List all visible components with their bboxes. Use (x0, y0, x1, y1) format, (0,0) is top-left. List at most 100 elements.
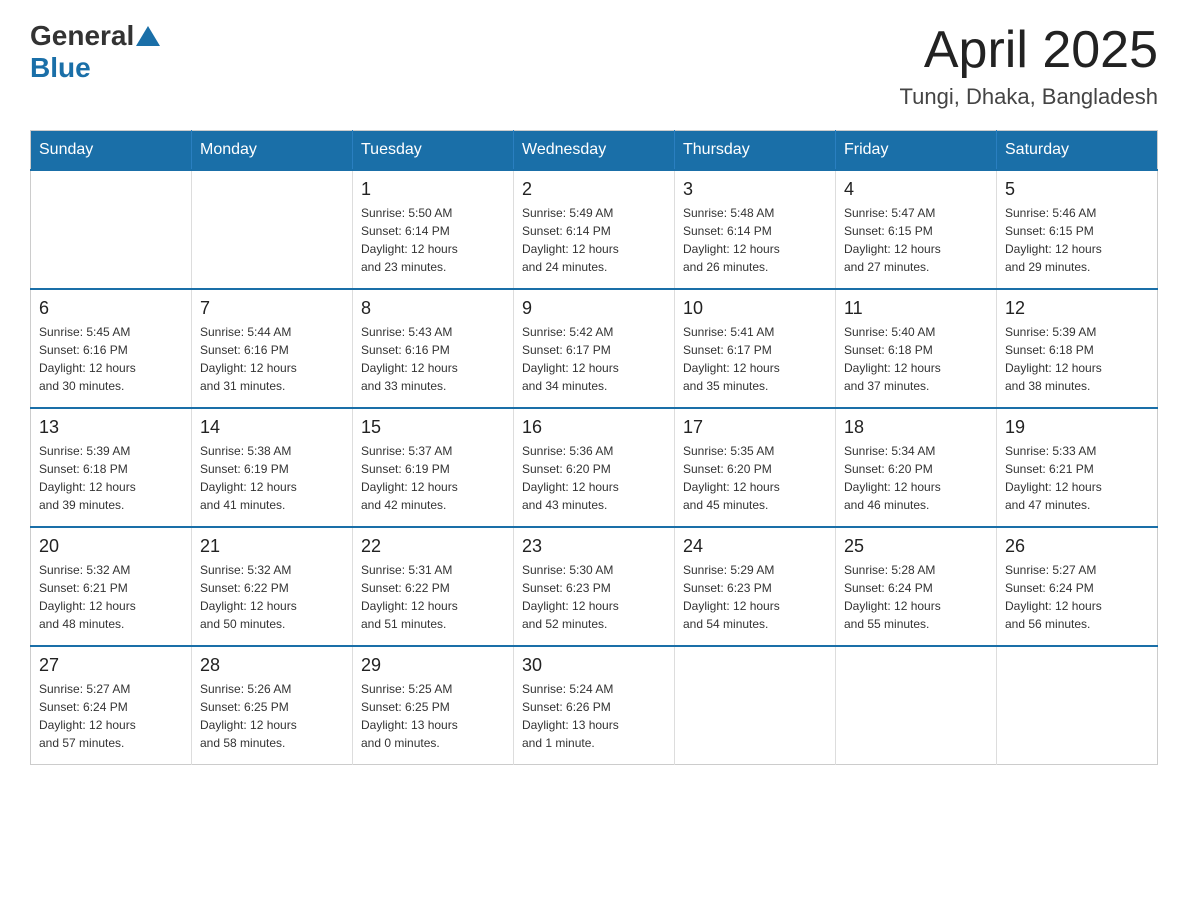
calendar-cell: 28 Sunrise: 5:26 AM Sunset: 6:25 PM Dayli… (192, 646, 353, 765)
day-number: 6 (39, 298, 183, 319)
day-number: 21 (200, 536, 344, 557)
day-info: Sunrise: 5:49 AM Sunset: 6:14 PM Dayligh… (522, 204, 666, 276)
calendar-cell: 19 Sunrise: 5:33 AM Sunset: 6:21 PM Dayli… (997, 408, 1158, 527)
calendar-subtitle: Tungi, Dhaka, Bangladesh (900, 84, 1158, 110)
day-number: 28 (200, 655, 344, 676)
calendar-week-row-2: 6 Sunrise: 5:45 AM Sunset: 6:16 PM Daylig… (31, 289, 1158, 408)
day-number: 3 (683, 179, 827, 200)
day-info: Sunrise: 5:38 AM Sunset: 6:19 PM Dayligh… (200, 442, 344, 514)
calendar-cell: 12Sunrise: 5:39 AM Sunset: 6:18 PM Dayli… (997, 289, 1158, 408)
calendar-cell (31, 170, 192, 289)
day-number: 2 (522, 179, 666, 200)
day-info: Sunrise: 5:31 AM Sunset: 6:22 PM Dayligh… (361, 561, 505, 633)
calendar-week-row-4: 20Sunrise: 5:32 AM Sunset: 6:21 PM Dayli… (31, 527, 1158, 646)
calendar-cell: 2 Sunrise: 5:49 AM Sunset: 6:14 PM Daylig… (514, 170, 675, 289)
day-info: Sunrise: 5:41 AM Sunset: 6:17 PM Dayligh… (683, 323, 827, 395)
day-number: 29 (361, 655, 505, 676)
day-info: Sunrise: 5:26 AM Sunset: 6:25 PM Dayligh… (200, 680, 344, 752)
day-info: Sunrise: 5:27 AM Sunset: 6:24 PM Dayligh… (39, 680, 183, 752)
day-number: 15 (361, 417, 505, 438)
day-number: 7 (200, 298, 344, 319)
calendar-cell (836, 646, 997, 765)
day-info: Sunrise: 5:39 AM Sunset: 6:18 PM Dayligh… (39, 442, 183, 514)
logo: General Blue (30, 20, 162, 84)
day-info: Sunrise: 5:29 AM Sunset: 6:23 PM Dayligh… (683, 561, 827, 633)
calendar-cell: 27 Sunrise: 5:27 AM Sunset: 6:24 PM Dayli… (31, 646, 192, 765)
calendar-cell: 4Sunrise: 5:47 AM Sunset: 6:15 PM Daylig… (836, 170, 997, 289)
calendar-cell: 30Sunrise: 5:24 AM Sunset: 6:26 PM Dayli… (514, 646, 675, 765)
logo-blue-text: Blue (30, 52, 91, 84)
calendar-cell (675, 646, 836, 765)
calendar-cell: 18Sunrise: 5:34 AM Sunset: 6:20 PM Dayli… (836, 408, 997, 527)
weekday-header-friday: Friday (836, 131, 997, 171)
day-info: Sunrise: 5:46 AM Sunset: 6:15 PM Dayligh… (1005, 204, 1149, 276)
calendar-week-row-3: 13 Sunrise: 5:39 AM Sunset: 6:18 PM Dayli… (31, 408, 1158, 527)
day-info: Sunrise: 5:40 AM Sunset: 6:18 PM Dayligh… (844, 323, 988, 395)
calendar-cell: 24Sunrise: 5:29 AM Sunset: 6:23 PM Dayli… (675, 527, 836, 646)
day-info: Sunrise: 5:28 AM Sunset: 6:24 PM Dayligh… (844, 561, 988, 633)
day-number: 19 (1005, 417, 1149, 438)
day-info: Sunrise: 5:50 AM Sunset: 6:14 PM Dayligh… (361, 204, 505, 276)
calendar-cell: 23 Sunrise: 5:30 AM Sunset: 6:23 PM Dayli… (514, 527, 675, 646)
calendar-cell: 13 Sunrise: 5:39 AM Sunset: 6:18 PM Dayli… (31, 408, 192, 527)
day-info: Sunrise: 5:45 AM Sunset: 6:16 PM Dayligh… (39, 323, 183, 395)
day-info: Sunrise: 5:30 AM Sunset: 6:23 PM Dayligh… (522, 561, 666, 633)
weekday-header-thursday: Thursday (675, 131, 836, 171)
day-number: 10 (683, 298, 827, 319)
calendar-cell: 8 Sunrise: 5:43 AM Sunset: 6:16 PM Daylig… (353, 289, 514, 408)
calendar-cell: 17Sunrise: 5:35 AM Sunset: 6:20 PM Dayli… (675, 408, 836, 527)
day-info: Sunrise: 5:27 AM Sunset: 6:24 PM Dayligh… (1005, 561, 1149, 633)
calendar-cell: 25Sunrise: 5:28 AM Sunset: 6:24 PM Dayli… (836, 527, 997, 646)
weekday-header-saturday: Saturday (997, 131, 1158, 171)
day-number: 11 (844, 298, 988, 319)
weekday-header-wednesday: Wednesday (514, 131, 675, 171)
day-number: 23 (522, 536, 666, 557)
day-info: Sunrise: 5:42 AM Sunset: 6:17 PM Dayligh… (522, 323, 666, 395)
title-section: April 2025 Tungi, Dhaka, Bangladesh (900, 20, 1158, 110)
logo-general-text: General (30, 20, 134, 52)
calendar-cell: 11 Sunrise: 5:40 AM Sunset: 6:18 PM Dayli… (836, 289, 997, 408)
day-number: 8 (361, 298, 505, 319)
calendar-title: April 2025 (900, 20, 1158, 80)
day-number: 1 (361, 179, 505, 200)
page-header: General Blue April 2025 Tungi, Dhaka, Ba… (30, 20, 1158, 110)
day-number: 14 (200, 417, 344, 438)
weekday-header-tuesday: Tuesday (353, 131, 514, 171)
day-info: Sunrise: 5:37 AM Sunset: 6:19 PM Dayligh… (361, 442, 505, 514)
calendar-cell: 6 Sunrise: 5:45 AM Sunset: 6:16 PM Daylig… (31, 289, 192, 408)
day-number: 22 (361, 536, 505, 557)
day-number: 30 (522, 655, 666, 676)
day-number: 13 (39, 417, 183, 438)
weekday-header-row: SundayMondayTuesdayWednesdayThursdayFrid… (31, 131, 1158, 171)
calendar-cell: 7 Sunrise: 5:44 AM Sunset: 6:16 PM Daylig… (192, 289, 353, 408)
weekday-header-monday: Monday (192, 131, 353, 171)
day-number: 16 (522, 417, 666, 438)
calendar-cell: 21 Sunrise: 5:32 AM Sunset: 6:22 PM Dayli… (192, 527, 353, 646)
day-number: 20 (39, 536, 183, 557)
day-number: 26 (1005, 536, 1149, 557)
calendar-cell: 14 Sunrise: 5:38 AM Sunset: 6:19 PM Dayli… (192, 408, 353, 527)
calendar-cell: 1 Sunrise: 5:50 AM Sunset: 6:14 PM Daylig… (353, 170, 514, 289)
calendar-cell: 29Sunrise: 5:25 AM Sunset: 6:25 PM Dayli… (353, 646, 514, 765)
calendar-cell: 26 Sunrise: 5:27 AM Sunset: 6:24 PM Dayli… (997, 527, 1158, 646)
calendar-cell (192, 170, 353, 289)
logo-triangle-icon (136, 26, 160, 46)
day-number: 27 (39, 655, 183, 676)
day-number: 18 (844, 417, 988, 438)
calendar-cell: 3Sunrise: 5:48 AM Sunset: 6:14 PM Daylig… (675, 170, 836, 289)
calendar-table: SundayMondayTuesdayWednesdayThursdayFrid… (30, 130, 1158, 765)
day-number: 4 (844, 179, 988, 200)
day-number: 17 (683, 417, 827, 438)
calendar-cell: 20Sunrise: 5:32 AM Sunset: 6:21 PM Dayli… (31, 527, 192, 646)
day-info: Sunrise: 5:43 AM Sunset: 6:16 PM Dayligh… (361, 323, 505, 395)
day-info: Sunrise: 5:33 AM Sunset: 6:21 PM Dayligh… (1005, 442, 1149, 514)
calendar-cell (997, 646, 1158, 765)
calendar-cell: 10 Sunrise: 5:41 AM Sunset: 6:17 PM Dayli… (675, 289, 836, 408)
day-info: Sunrise: 5:36 AM Sunset: 6:20 PM Dayligh… (522, 442, 666, 514)
day-info: Sunrise: 5:32 AM Sunset: 6:22 PM Dayligh… (200, 561, 344, 633)
calendar-cell: 9Sunrise: 5:42 AM Sunset: 6:17 PM Daylig… (514, 289, 675, 408)
day-info: Sunrise: 5:44 AM Sunset: 6:16 PM Dayligh… (200, 323, 344, 395)
calendar-cell: 16 Sunrise: 5:36 AM Sunset: 6:20 PM Dayli… (514, 408, 675, 527)
day-number: 5 (1005, 179, 1149, 200)
calendar-cell: 22 Sunrise: 5:31 AM Sunset: 6:22 PM Dayli… (353, 527, 514, 646)
